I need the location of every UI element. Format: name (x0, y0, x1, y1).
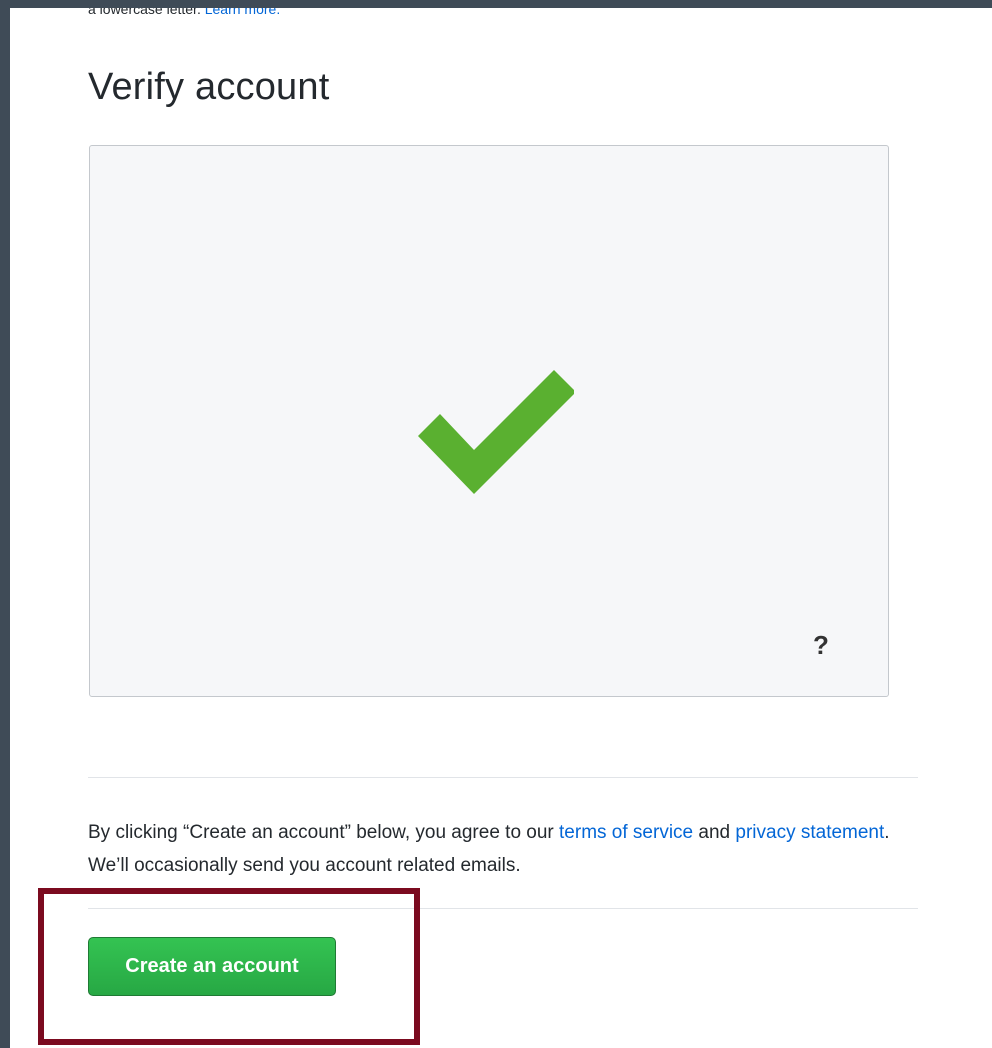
privacy-statement-link[interactable]: privacy statement (735, 822, 884, 843)
help-question-icon[interactable]: ? (813, 630, 829, 661)
divider (88, 777, 918, 778)
terms-of-service-link[interactable]: terms of service (559, 822, 693, 843)
agreement-prefix: By clicking “Create an account” below, y… (88, 822, 560, 843)
verification-captcha[interactable]: ? (89, 145, 889, 697)
agreement-middle: and (693, 822, 736, 843)
learn-more-link[interactable]: Learn more. (205, 8, 280, 17)
password-hint-text: a lowercase letter. (88, 8, 205, 17)
checkmark-icon (418, 370, 574, 494)
verify-account-heading: Verify account (88, 66, 330, 108)
password-hint: a lowercase letter. Learn more. (88, 8, 280, 17)
terms-agreement-text: By clicking “Create an account” below, y… (88, 816, 928, 882)
signup-page: a lowercase letter. Learn more. Verify a… (10, 8, 992, 1048)
highlight-box (38, 888, 420, 1045)
